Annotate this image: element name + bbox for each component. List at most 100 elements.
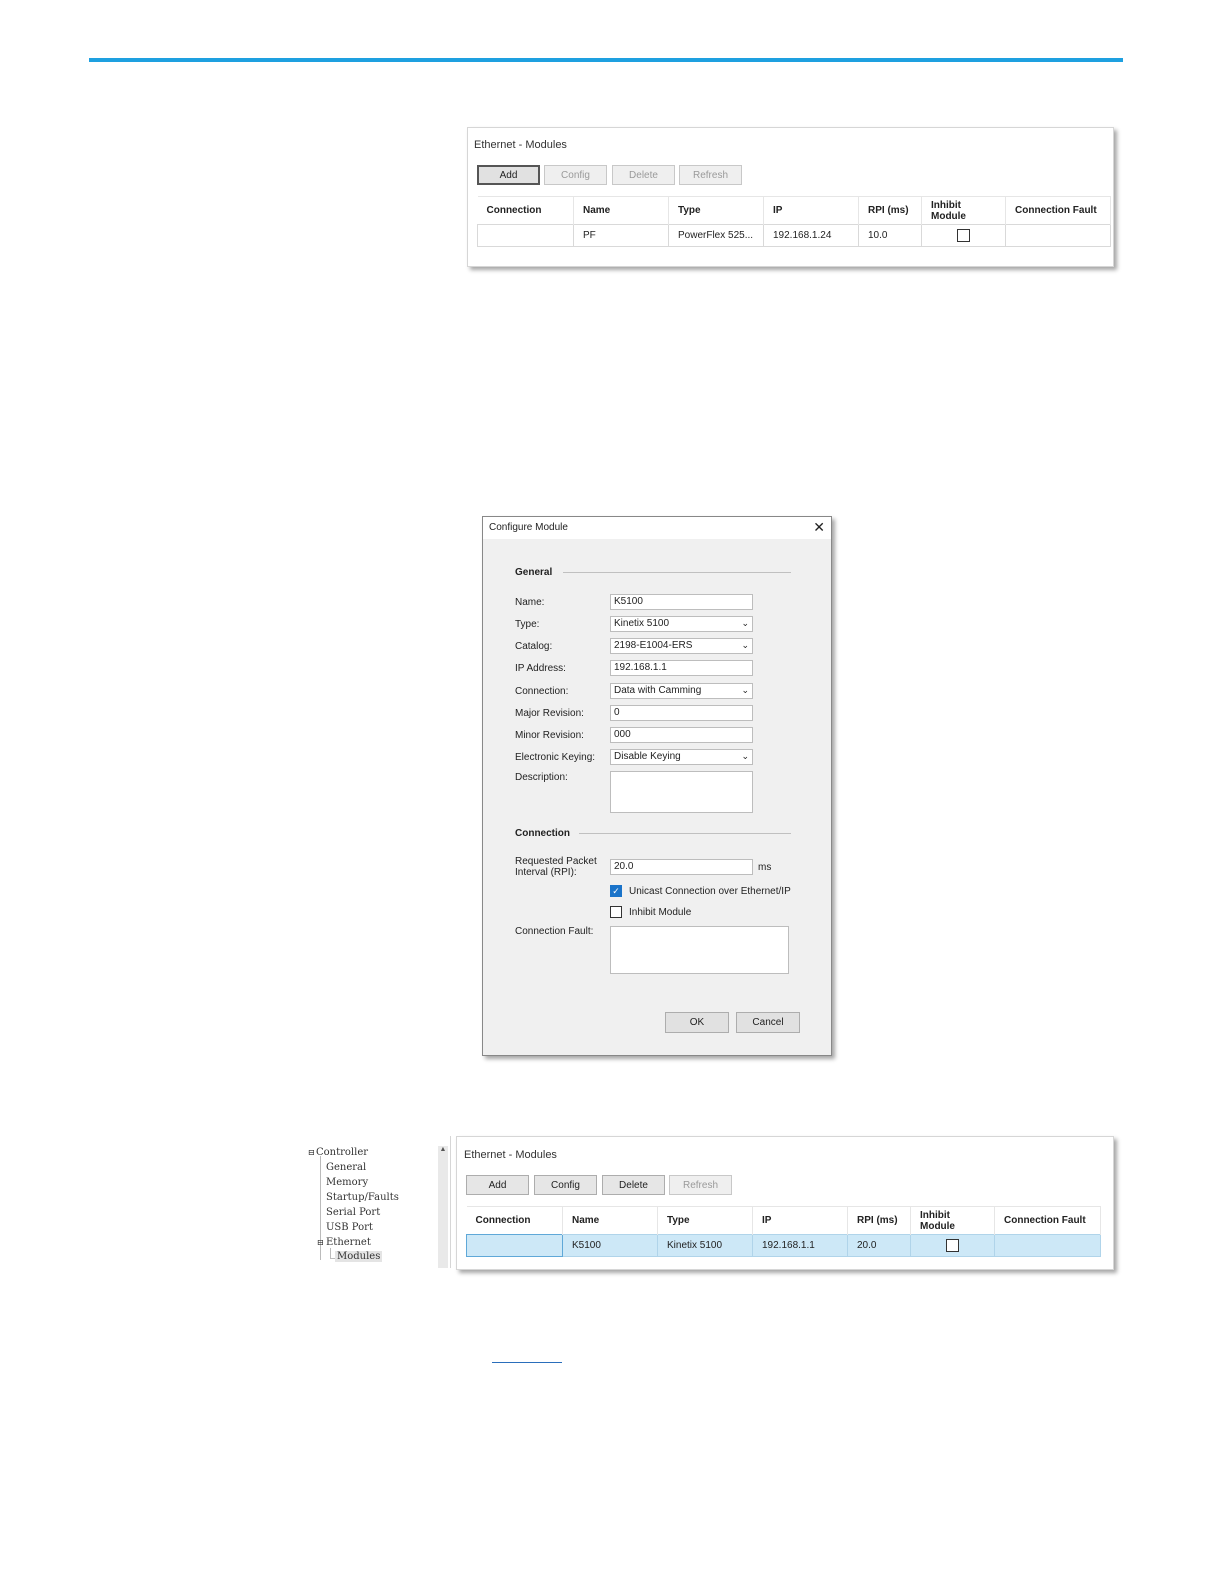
cell-name: K5100 [562, 1234, 658, 1257]
scroll-up-icon[interactable]: ▲ [438, 1146, 448, 1153]
cell-inhibit [910, 1234, 995, 1257]
configure-module-dialog: Configure Module ✕ General Name: K5100 T… [482, 516, 832, 1056]
ethernet-modules-panel-2: Ethernet - Modules Add Config Delete Ref… [456, 1136, 1114, 1270]
modules-table: Connection Name Type IP RPI (ms) Inhibit… [466, 1206, 1101, 1257]
cell-fault [1005, 224, 1111, 247]
description-textarea[interactable] [610, 771, 753, 813]
major-revision-label: Major Revision: [515, 708, 584, 719]
rpi-label-line2: Interval (RPI): [515, 867, 577, 878]
col-type[interactable]: Type [657, 1206, 753, 1235]
tree-item-memory[interactable]: Memory [326, 1177, 368, 1188]
general-divider [563, 572, 791, 573]
col-name[interactable]: Name [573, 196, 669, 225]
tree-item-startup-faults[interactable]: Startup/Faults [326, 1192, 399, 1203]
catalog-value: 2198-E1004-ERS [614, 640, 693, 651]
major-revision-field[interactable]: 0 [610, 705, 753, 721]
cell-ip: 192.168.1.1 [752, 1234, 848, 1257]
col-inhibit[interactable]: Inhibit Module [910, 1206, 995, 1235]
add-button[interactable]: Add [466, 1175, 529, 1195]
hyperlink-underline[interactable] [492, 1362, 562, 1363]
ok-button[interactable]: OK [665, 1012, 729, 1033]
minor-revision-field[interactable]: 000 [610, 727, 753, 743]
col-name[interactable]: Name [562, 1206, 658, 1235]
connection-select[interactable]: Data with Camming ⌄ [610, 683, 753, 699]
cell-connection [477, 224, 574, 247]
cancel-button[interactable]: Cancel [736, 1012, 800, 1033]
unicast-label: Unicast Connection over Ethernet/IP [629, 886, 791, 897]
inhibit-module-label: Inhibit Module [629, 907, 692, 918]
chevron-down-icon: ⌄ [741, 640, 749, 650]
col-ip[interactable]: IP [763, 196, 859, 225]
ip-label: IP Address: [515, 663, 566, 674]
tree-item-serial-port[interactable]: Serial Port [326, 1207, 380, 1218]
close-icon[interactable]: ✕ [813, 519, 825, 536]
connection-fault-label: Connection Fault: [515, 926, 594, 937]
keying-select[interactable]: Disable Keying ⌄ [610, 749, 753, 765]
config-button[interactable]: Config [544, 165, 607, 185]
tree-item-ethernet[interactable]: Ethernet [326, 1237, 371, 1248]
cell-inhibit [921, 224, 1006, 247]
delete-button[interactable]: Delete [602, 1175, 665, 1195]
col-connection[interactable]: Connection [466, 1206, 563, 1235]
table-row[interactable]: PF PowerFlex 525... 192.168.1.24 10.0 [477, 224, 1111, 247]
col-type[interactable]: Type [668, 196, 764, 225]
unicast-checkbox[interactable]: ✓ [610, 885, 622, 897]
rpi-label-line1: Requested Packet [515, 856, 597, 867]
col-ip[interactable]: IP [752, 1206, 848, 1235]
catalog-label: Catalog: [515, 641, 553, 652]
tree-expander-icon[interactable]: ⊟ [308, 1148, 315, 1157]
ip-field[interactable]: 192.168.1.1 [610, 660, 753, 676]
refresh-button[interactable]: Refresh [669, 1175, 732, 1195]
chevron-down-icon: ⌄ [741, 751, 749, 761]
cell-rpi: 20.0 [847, 1234, 911, 1257]
col-rpi[interactable]: RPI (ms) [858, 196, 922, 225]
name-field[interactable]: K5100 [610, 594, 753, 610]
description-label: Description: [515, 772, 568, 783]
col-fault[interactable]: Connection Fault [994, 1206, 1101, 1235]
chevron-down-icon: ⌄ [741, 618, 749, 628]
tree-item-general[interactable]: General [326, 1162, 366, 1173]
rpi-unit: ms [758, 862, 772, 873]
rpi-field[interactable]: 20.0 [610, 859, 753, 875]
cell-fault [994, 1234, 1101, 1257]
col-connection[interactable]: Connection [477, 196, 574, 225]
connection-divider [579, 833, 791, 834]
connection-fault-box [610, 926, 789, 974]
panel-title: Ethernet - Modules [474, 139, 567, 151]
add-button[interactable]: Add [477, 165, 540, 185]
tree-item-controller[interactable]: Controller [316, 1147, 368, 1158]
ethernet-modules-panel-1: Ethernet - Modules Add Config Delete Ref… [467, 127, 1114, 267]
tree-expander-icon[interactable]: ⊟ [317, 1238, 324, 1247]
cell-type: PowerFlex 525... [668, 224, 764, 247]
config-button[interactable]: Config [534, 1175, 597, 1195]
cell-type: Kinetix 5100 [657, 1234, 753, 1257]
tree-item-usb-port[interactable]: USB Port [326, 1222, 373, 1233]
col-fault[interactable]: Connection Fault [1005, 196, 1111, 225]
header-rule [89, 58, 1123, 62]
table-row[interactable]: K5100 Kinetix 5100 192.168.1.1 20.0 [466, 1234, 1101, 1257]
inhibit-module-checkbox[interactable] [610, 906, 622, 918]
connection-heading: Connection [515, 828, 570, 839]
table-header: Connection Name Type IP RPI (ms) Inhibit… [466, 1206, 1101, 1235]
tree-scrollbar[interactable]: ▲ [438, 1146, 448, 1268]
delete-button[interactable]: Delete [612, 165, 675, 185]
connection-value: Data with Camming [614, 685, 702, 696]
col-inhibit[interactable]: Inhibit Module [921, 196, 1006, 225]
col-rpi[interactable]: RPI (ms) [847, 1206, 911, 1235]
type-value: Kinetix 5100 [614, 618, 670, 629]
general-heading: General [515, 567, 553, 578]
type-select[interactable]: Kinetix 5100 ⌄ [610, 616, 753, 632]
tree-item-modules[interactable]: Modules [335, 1251, 383, 1262]
chevron-down-icon: ⌄ [741, 685, 749, 695]
dialog-titlebar: Configure Module ✕ [483, 517, 831, 539]
inhibit-checkbox[interactable] [946, 1239, 959, 1252]
keying-label: Electronic Keying: [515, 752, 596, 763]
panel-title: Ethernet - Modules [464, 1149, 557, 1161]
type-label: Type: [515, 619, 540, 630]
inhibit-checkbox[interactable] [957, 229, 970, 242]
catalog-select[interactable]: 2198-E1004-ERS ⌄ [610, 638, 753, 654]
modules-table: Connection Name Type IP RPI (ms) Inhibit… [477, 196, 1111, 247]
controller-tree: ⊟ Controller General Memory Startup/Faul… [308, 1136, 451, 1268]
refresh-button[interactable]: Refresh [679, 165, 742, 185]
keying-value: Disable Keying [614, 751, 681, 762]
